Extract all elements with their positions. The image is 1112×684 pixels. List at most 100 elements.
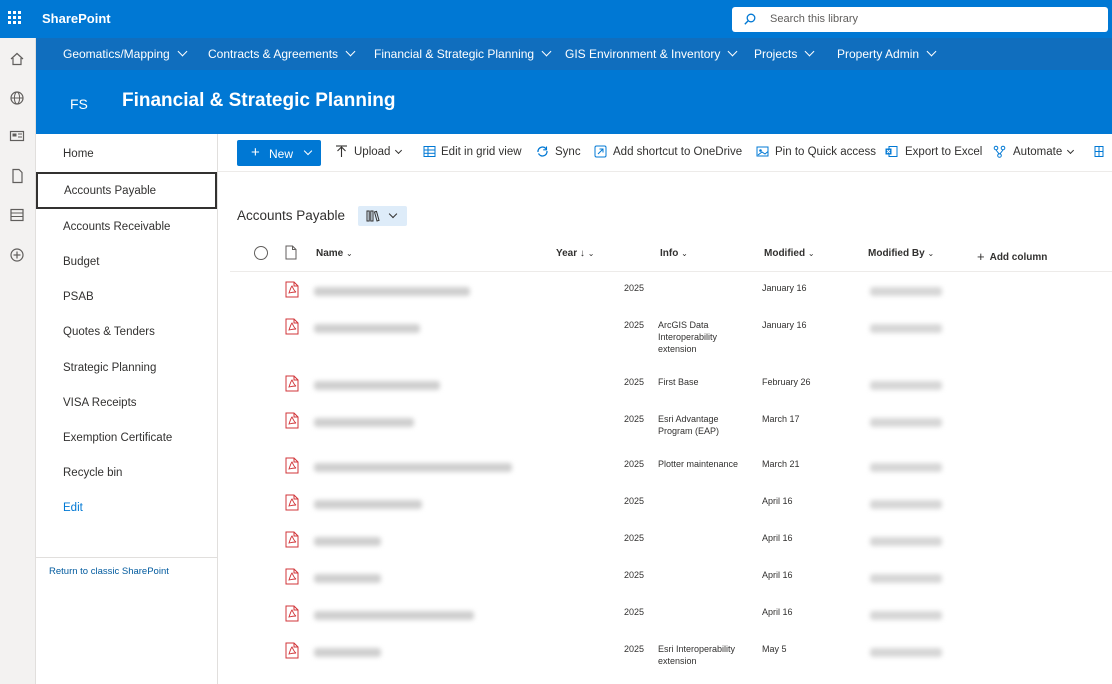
app-rail — [0, 38, 36, 684]
year-cell: 2025 — [624, 644, 645, 654]
nav-item-budget[interactable]: Budget — [63, 256, 99, 268]
nav-item-accounts-receivable[interactable]: Accounts Receivable — [63, 221, 170, 233]
file-name-redacted[interactable] — [314, 324, 420, 333]
pdf-file-icon — [285, 494, 299, 511]
nav-item-exemption-certificate[interactable]: Exemption Certificate — [63, 432, 172, 444]
info-cell: Plotter maintenance — [658, 459, 739, 469]
plus-icon: + — [251, 144, 260, 161]
list-icon[interactable] — [9, 207, 25, 223]
view-switcher[interactable] — [358, 206, 407, 226]
pin-quick-access-button[interactable]: Pin to Quick access — [775, 146, 876, 158]
chevron-down-icon — [541, 46, 552, 57]
file-name-redacted[interactable] — [314, 537, 381, 546]
modified-by-redacted — [870, 418, 942, 427]
automate-button[interactable]: Automate — [1013, 146, 1075, 158]
file-name-redacted[interactable] — [314, 287, 470, 296]
document-icon[interactable] — [9, 168, 25, 184]
nav-item-psab[interactable]: PSAB — [63, 291, 94, 303]
new-button[interactable]: + New — [237, 140, 321, 166]
column-header-year[interactable]: Year ↓ ⌄ — [556, 248, 594, 259]
export-excel-button[interactable]: Export to Excel — [905, 146, 982, 158]
return-classic-link[interactable]: Return to classic SharePoint — [49, 566, 169, 577]
chevron-down-icon — [177, 46, 188, 57]
upload-button[interactable]: Upload — [354, 146, 403, 158]
file-name-redacted[interactable] — [314, 500, 422, 509]
hub-item-geomatics[interactable]: Geomatics/Mapping — [63, 46, 188, 61]
file-name-redacted[interactable] — [314, 381, 440, 390]
year-cell: 2025 — [624, 377, 645, 387]
search-box[interactable]: Search this library — [732, 7, 1108, 32]
header-divider — [230, 271, 1112, 272]
hub-item-contracts[interactable]: Contracts & Agreements — [208, 46, 356, 61]
column-header-modified-by[interactable]: Modified By ⌄ — [868, 248, 934, 259]
sync-icon — [537, 146, 548, 157]
file-type-icon[interactable] — [285, 245, 297, 260]
sort-descending-icon: ↓ — [579, 248, 585, 259]
pdf-file-icon — [285, 375, 299, 392]
add-column-button[interactable]: + Add column — [977, 248, 1047, 264]
more-commands-icon[interactable] — [1094, 145, 1107, 158]
pdf-file-icon — [285, 457, 299, 474]
file-name-redacted[interactable] — [314, 611, 474, 620]
library-title[interactable]: Accounts Payable — [237, 208, 345, 223]
brand-title[interactable]: SharePoint — [42, 11, 111, 26]
nav-edit-link[interactable]: Edit — [63, 502, 83, 514]
pdf-file-icon — [285, 318, 299, 335]
home-icon[interactable] — [9, 51, 25, 67]
edit-grid-view-button[interactable]: Edit in grid view — [441, 146, 522, 158]
year-cell: 2025 — [624, 533, 645, 543]
file-name-redacted[interactable] — [314, 574, 381, 583]
add-shortcut-onedrive-button[interactable]: Add shortcut to OneDrive — [613, 146, 742, 158]
search-input[interactable]: Search this library — [770, 13, 858, 25]
news-icon[interactable] — [9, 128, 25, 144]
chevron-down-icon — [303, 146, 313, 156]
pdf-file-icon — [285, 605, 299, 622]
hub-item-financial[interactable]: Financial & Strategic Planning — [374, 46, 552, 61]
modified-cell: May 5 — [762, 644, 787, 654]
column-header-name[interactable]: Name ⌄ — [316, 248, 353, 259]
sync-button[interactable]: Sync — [555, 146, 581, 158]
year-cell: 2025 — [624, 320, 645, 330]
chevron-down-icon: ⌄ — [681, 249, 688, 258]
nav-item-accounts-payable[interactable]: Accounts Payable — [36, 172, 217, 209]
site-title[interactable]: Financial & Strategic Planning — [122, 90, 395, 112]
modified-cell: April 16 — [762, 533, 793, 543]
modified-by-redacted — [870, 574, 942, 583]
hub-item-gis[interactable]: GIS Environment & Inventory — [565, 46, 738, 61]
select-all-checkbox[interactable] — [254, 246, 268, 260]
column-header-modified[interactable]: Modified ⌄ — [764, 248, 815, 259]
modified-cell: March 17 — [762, 414, 800, 424]
nav-item-label: Accounts Payable — [64, 185, 157, 197]
nav-item-recycle-bin[interactable]: Recycle bin — [63, 467, 122, 479]
left-navigation: Home Accounts Receivable Budget PSAB Quo… — [36, 134, 218, 684]
hub-item-projects[interactable]: Projects — [754, 46, 815, 61]
file-name-redacted[interactable] — [314, 648, 381, 657]
nav-item-visa-receipts[interactable]: VISA Receipts — [63, 397, 137, 409]
year-cell: 2025 — [624, 570, 645, 580]
nav-item-home[interactable]: Home — [63, 148, 94, 160]
globe-icon[interactable] — [9, 90, 25, 106]
file-name-redacted[interactable] — [314, 418, 414, 427]
chevron-down-icon: ⌄ — [587, 249, 595, 258]
chevron-down-icon — [727, 46, 738, 57]
site-logo[interactable]: FS — [70, 96, 88, 112]
chevron-down-icon — [395, 146, 403, 155]
create-icon[interactable] — [9, 247, 25, 263]
nav-item-quotes-tenders[interactable]: Quotes & Tenders — [63, 326, 155, 338]
app-launcher-icon[interactable] — [8, 11, 22, 25]
nav-item-strategic-planning[interactable]: Strategic Planning — [63, 362, 156, 374]
info-cell: Esri Advantage Program (EAP) — [658, 414, 720, 436]
pdf-file-icon — [285, 568, 299, 585]
search-icon — [744, 13, 756, 25]
chevron-down-icon: ⌄ — [927, 249, 935, 258]
column-header-info[interactable]: Info ⌄ — [660, 248, 688, 259]
chevron-down-icon: ⌄ — [346, 249, 353, 258]
plus-icon: + — [977, 249, 985, 264]
hub-navigation: Geomatics/Mapping Contracts & Agreements… — [36, 38, 1112, 70]
info-cell: Esri Interoperability extension — [658, 644, 736, 666]
year-cell: 2025 — [624, 496, 645, 506]
pdf-file-icon — [285, 412, 299, 429]
hub-item-property[interactable]: Property Admin — [837, 46, 937, 61]
year-cell: 2025 — [624, 414, 645, 424]
file-name-redacted[interactable] — [314, 463, 512, 472]
